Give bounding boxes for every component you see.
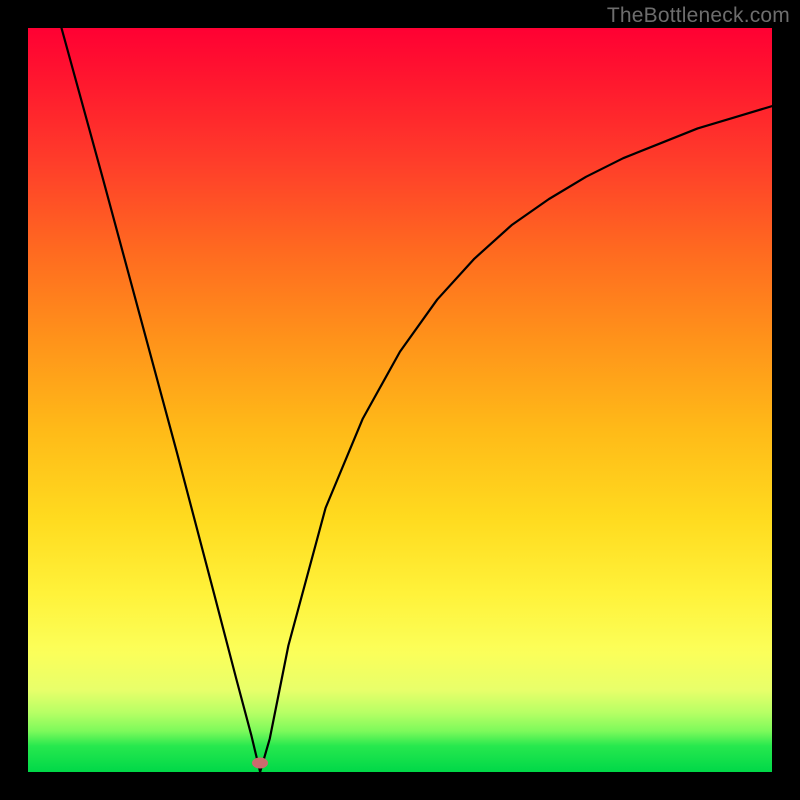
bottleneck-curve (28, 28, 772, 772)
watermark-text: TheBottleneck.com (607, 4, 790, 28)
optimum-marker (252, 758, 268, 769)
plot-area (28, 28, 772, 772)
chart-frame: TheBottleneck.com (0, 0, 800, 800)
